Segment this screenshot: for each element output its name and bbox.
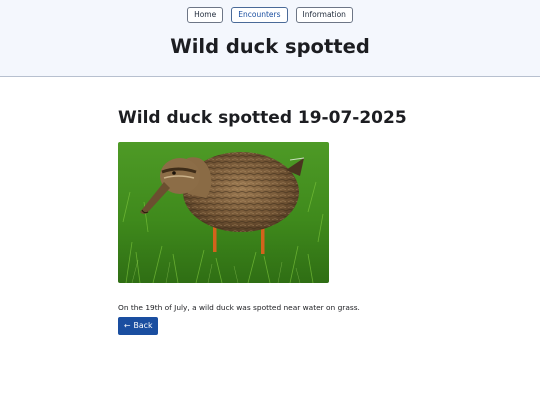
- site-title: Wild duck spotted: [170, 35, 370, 58]
- duck-photo-illustration: [118, 142, 329, 283]
- back-button-label: Back: [133, 321, 153, 330]
- duck-photo: [118, 142, 329, 283]
- nav-encounters-button[interactable]: Encounters: [231, 7, 288, 23]
- back-arrow-icon: ←: [124, 321, 131, 330]
- nav-home-button[interactable]: Home: [187, 7, 224, 23]
- photo-caption: On the 19th of July, a wild duck was spo…: [118, 303, 360, 313]
- nav-information-button[interactable]: Information: [295, 7, 353, 23]
- back-button[interactable]: ← Back: [118, 317, 159, 335]
- page-heading: Wild duck spotted 19-07-2025: [118, 108, 407, 128]
- site-header: Home Encounters Information Wild duck sp…: [0, 0, 540, 77]
- main-nav: Home Encounters Information: [0, 7, 540, 23]
